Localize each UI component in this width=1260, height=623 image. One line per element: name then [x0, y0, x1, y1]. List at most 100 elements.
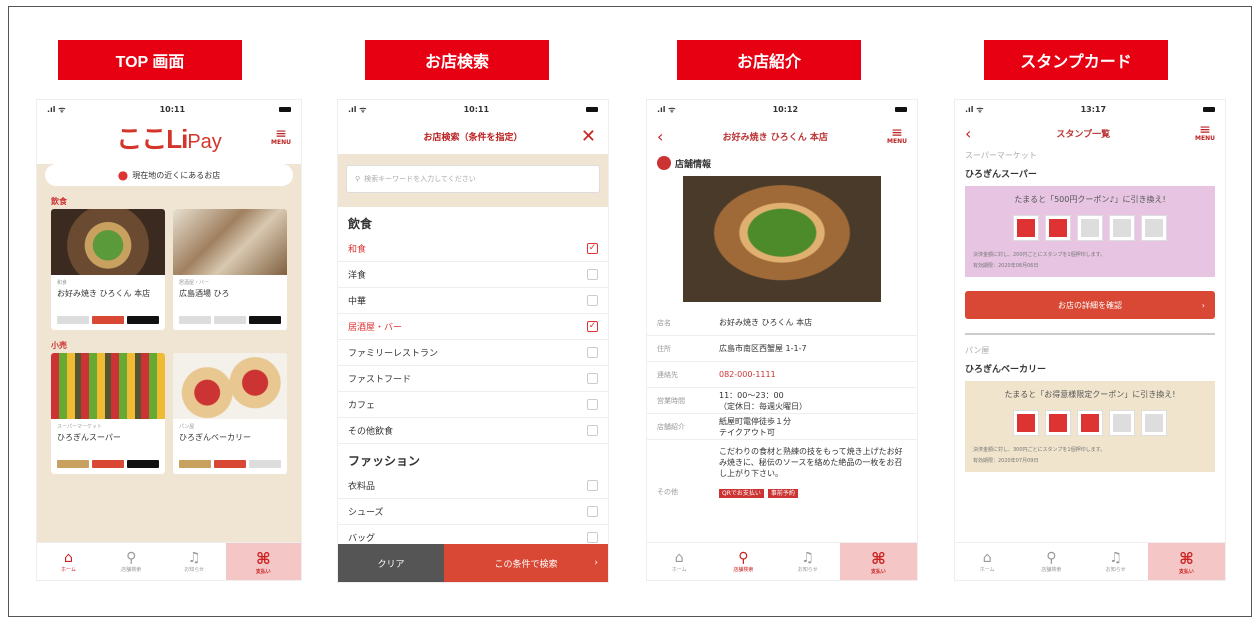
tab-notice[interactable]: ♫ お知らせ	[1084, 543, 1148, 580]
filter-option[interactable]: カフェ	[338, 392, 608, 418]
bakery-image	[173, 353, 287, 419]
stamp-empty	[1077, 215, 1103, 241]
checkbox[interactable]	[587, 269, 598, 280]
close-icon[interactable]: ✕	[581, 126, 596, 147]
info-row: 店舗紹介 紙屋町電停徒歩１分 テイクアウト可	[647, 414, 917, 440]
page-title: お店検索（条件を指定）	[423, 132, 523, 143]
search-input[interactable]: ⚲ 検索キーワードを入力してください	[346, 165, 600, 193]
group-food: 飲食	[348, 217, 373, 231]
search-area: ⚲ 検索キーワードを入力してください	[338, 154, 608, 207]
back-icon[interactable]: ‹	[657, 127, 663, 146]
tab-bar: ⌂ ホーム ⚲ 店舗検索 ♫ お知らせ ⌘ 支払い	[955, 542, 1225, 580]
phone-search: .ıl ᯤ 10:11 お店検索（条件を指定） ✕ ⚲ 検索キーワードを入力してくだ…	[338, 100, 608, 582]
filter-option[interactable]: ファミリーレストラン	[338, 340, 608, 366]
shop-name: ひろぎんスーパー	[965, 170, 1037, 180]
divider	[965, 333, 1215, 335]
qr-icon: ⌘	[255, 548, 271, 568]
filter-option[interactable]: 衣料品	[338, 473, 608, 499]
shop-card[interactable]: 居酒屋・バー 広島酒場 ひろ	[173, 209, 287, 330]
home-icon: ⌂	[982, 550, 992, 566]
checkbox[interactable]	[587, 480, 598, 491]
other-row: その他 QRでお支払い 事前予約	[647, 479, 917, 505]
menu-button[interactable]: ≡ MENU	[1195, 123, 1215, 142]
clock: 10:11	[159, 104, 186, 114]
shop-card[interactable]: スーパーマーケット ひろぎんスーパー	[51, 353, 165, 474]
shop-detail-button[interactable]: お店の詳細を確認 ›	[965, 291, 1215, 319]
shop-card[interactable]: パン屋 ひろぎんベーカリー	[173, 353, 287, 474]
signal-icon: .ıl ᯤ	[965, 104, 984, 114]
tab-search[interactable]: ⚲ 店舗検索	[711, 543, 775, 580]
stamp-filled	[1013, 215, 1039, 241]
tab-pay[interactable]: ⌘ 支払い	[1147, 543, 1225, 580]
filter-option[interactable]: 中華	[338, 288, 608, 314]
battery-icon	[279, 106, 291, 112]
status-bar: .ıl ᯤ 10:11	[37, 100, 301, 118]
stamp-empty	[1109, 410, 1135, 436]
info-row: 営業時間 11：00〜23：00 （定休日：毎週火曜日）	[647, 388, 917, 414]
tab-notice[interactable]: ♫ お知らせ	[776, 543, 840, 580]
bell-icon: ♫	[1109, 550, 1122, 566]
menu-button[interactable]: ≡ MENU	[887, 126, 907, 145]
signal-icon: .ıl ᯤ	[47, 104, 66, 114]
checkbox[interactable]	[587, 425, 598, 436]
checkbox-checked[interactable]: ✓	[587, 243, 598, 254]
location-pin-icon: ●	[117, 168, 129, 182]
filter-option[interactable]: 洋食	[338, 262, 608, 288]
label-shop-intro: お店紹介	[677, 40, 861, 80]
stamp-row	[973, 215, 1207, 241]
checkbox[interactable]	[587, 347, 598, 358]
supermarket-image	[51, 353, 165, 419]
izakaya-image	[173, 209, 287, 275]
tab-home[interactable]: ⌂ ホーム	[955, 543, 1019, 580]
stamp-empty	[1109, 215, 1135, 241]
checkbox[interactable]	[587, 295, 598, 306]
stamp-filled	[1045, 410, 1071, 436]
menu-button[interactable]: ≡ MENU	[271, 127, 291, 146]
chevron-right-icon: ›	[1201, 300, 1205, 310]
tab-pay[interactable]: ⌘ 支払い	[225, 543, 301, 580]
checkbox[interactable]	[587, 373, 598, 384]
search-action-bar: クリア この条件で検索 ›	[338, 544, 608, 582]
search-button[interactable]: この条件で検索 ›	[444, 544, 608, 582]
phone-shop-info: .ıl ᯤ 10:12 ‹ お好み焼き ひろくん 本店 ≡ MENU 店舗情報 店名…	[647, 100, 917, 580]
filter-option[interactable]: その他飲食	[338, 418, 608, 444]
nearby-button[interactable]: ● 現在地の近くにあるお店	[45, 164, 293, 186]
retail-cards: スーパーマーケット ひろぎんスーパー パン屋 ひろぎんベーカリー	[37, 353, 301, 474]
tab-notice[interactable]: ♫ お知らせ	[163, 543, 226, 580]
tab-pay[interactable]: ⌘ 支払い	[839, 543, 917, 580]
back-icon[interactable]: ‹	[965, 124, 971, 143]
category-food: 飲食	[51, 197, 67, 206]
info-row: 店名 お好み焼き ひろくん 本店	[647, 310, 917, 336]
header: ここLiPay ≡ MENU	[37, 118, 301, 156]
tab-search[interactable]: ⚲ 店舗検索	[1019, 543, 1083, 580]
qr-icon: ⌘	[870, 548, 886, 568]
search-icon: ⚲	[126, 550, 137, 566]
checkbox[interactable]	[587, 532, 598, 543]
header: ‹ お好み焼き ひろくん 本店 ≡ MENU	[647, 118, 917, 154]
checkbox[interactable]	[587, 399, 598, 410]
okonomiyaki-image	[51, 209, 165, 275]
home-content: ● 現在地の近くにあるお店 飲食 和食 お好み焼き ひろくん 本店 居酒屋・バー …	[37, 164, 301, 550]
tab-bar: ⌂ ホーム ⚲ 店舗検索 ♫ お知らせ ⌘ 支払い	[647, 542, 917, 580]
filter-option[interactable]: 和食 ✓	[338, 236, 608, 262]
chevron-right-icon: ›	[594, 558, 598, 568]
label-top-screen: TOP 画面	[58, 40, 242, 80]
okonomiyaki-photo	[683, 176, 881, 302]
shop-card[interactable]: 和食 お好み焼き ひろくん 本店	[51, 209, 165, 330]
tab-home[interactable]: ⌂ ホーム	[647, 543, 711, 580]
tab-home[interactable]: ⌂ ホーム	[37, 543, 100, 580]
checkbox[interactable]	[587, 506, 598, 517]
phone-stamp: .ıl ᯤ 13:17 ‹ スタンプ一覧 ≡ MENU スーパーマーケット ひろぎん…	[955, 100, 1225, 580]
clock: 10:11	[463, 104, 490, 114]
stamp-filled	[1077, 410, 1103, 436]
tab-bar: ⌂ ホーム ⚲ 店舗検索 ♫ お知らせ ⌘ 支払い	[37, 542, 301, 580]
checkbox-checked[interactable]: ✓	[587, 321, 598, 332]
filter-option[interactable]: ファストフード	[338, 366, 608, 392]
stamp-empty	[1141, 410, 1167, 436]
filter-option[interactable]: 居酒屋・バー ✓	[338, 314, 608, 340]
fashion-filter-list: 衣料品 シューズ バッグ	[338, 473, 608, 551]
clock: 10:12	[772, 104, 799, 114]
clear-button[interactable]: クリア	[338, 544, 444, 582]
tab-search[interactable]: ⚲ 店舗検索	[100, 543, 163, 580]
filter-option[interactable]: シューズ	[338, 499, 608, 525]
